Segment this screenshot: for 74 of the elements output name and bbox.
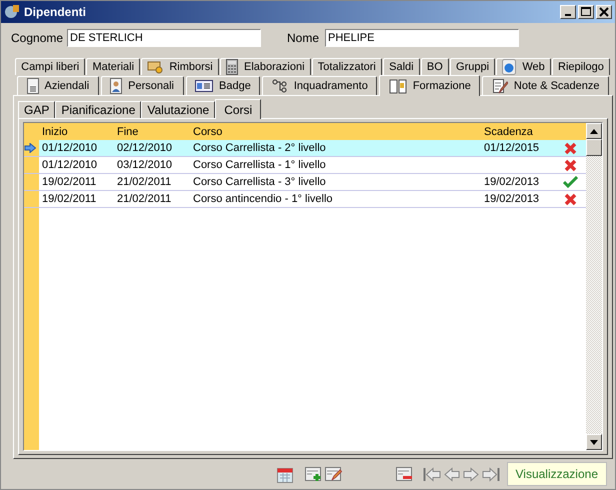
add-record-icon[interactable] xyxy=(304,466,322,482)
table-cell-text: 21/02/2011 xyxy=(116,176,172,188)
globe-icon xyxy=(502,59,516,75)
edit-record-icon[interactable] xyxy=(324,466,342,482)
text-field[interactable]: PHELIPE xyxy=(325,29,520,47)
table-cell-text: 19/02/2013 xyxy=(483,193,540,205)
vertical-scrollbar[interactable] xyxy=(586,123,602,450)
table-cell-text: 01/12/2010 xyxy=(41,159,98,171)
book-icon xyxy=(388,78,407,94)
app-icon xyxy=(4,4,20,20)
table-cell-text: Corso Carrellista - 2° livello xyxy=(192,142,327,154)
window-title: Dipendenti xyxy=(24,5,87,19)
calendar-icon[interactable] xyxy=(276,466,292,482)
scroll-up-icon[interactable] xyxy=(590,128,598,134)
tab[interactable]: Saldi xyxy=(383,58,420,75)
column-header[interactable]: Inizio xyxy=(39,126,114,138)
tab[interactable]: Corsi xyxy=(215,99,262,119)
table-cell-text: Corso antincendio - 1° livello xyxy=(192,193,334,205)
column-header[interactable]: Corso xyxy=(190,126,481,138)
column-header[interactable]: Scadenza xyxy=(481,126,554,138)
tab[interactable]: Materiali xyxy=(86,58,140,75)
tab[interactable]: Totalizzatori xyxy=(312,58,382,75)
table-cell-text: 01/12/2010 xyxy=(41,142,98,154)
last-record-icon[interactable] xyxy=(482,466,500,482)
next-record-icon[interactable] xyxy=(462,466,478,482)
table-cell-text: 19/02/2011 xyxy=(41,193,98,205)
tab[interactable]: Riepilogo xyxy=(552,58,610,75)
column-header[interactable]: Fine xyxy=(114,126,190,138)
table-cell-text: Corso Carrellista - 1° livello xyxy=(192,159,327,171)
tab[interactable]: Aziendali xyxy=(17,76,99,95)
table-cell-text: 21/02/2011 xyxy=(116,193,172,205)
tab[interactable]: Rimborsi xyxy=(141,58,219,75)
hierarchy-icon xyxy=(272,79,288,93)
calculator-icon xyxy=(226,59,238,75)
field-label: Cognome xyxy=(11,31,64,45)
tab[interactable]: Formazione xyxy=(379,75,480,96)
delete-record-icon[interactable] xyxy=(396,466,412,482)
table-cell-text: 19/02/2013 xyxy=(483,176,540,188)
table-cell-text: 02/12/2010 xyxy=(116,142,174,154)
tab[interactable]: Note & Scadenze xyxy=(482,76,610,95)
previous-record-icon[interactable] xyxy=(444,466,460,482)
table-row[interactable]: 01/12/2010 02/12/2010 Corso Carrellista - 2° livello 01/12/2015 xyxy=(24,140,586,157)
tab[interactable]: Personali xyxy=(100,76,184,95)
tab[interactable]: Badge xyxy=(186,76,260,95)
table-row[interactable]: 01/12/2010 03/12/2010 Corso Carrellista - 1° livello xyxy=(24,157,586,174)
text-field[interactable]: DE STERLICH xyxy=(67,29,262,47)
table-row[interactable]: 19/02/2011 21/02/2011 Corso Carrellista - 3° livello 19/02/2013 xyxy=(24,174,586,191)
mode-indicator: Visualizzazione xyxy=(506,462,607,486)
tab[interactable]: Elaborazioni xyxy=(220,58,311,75)
table-cell-text: 03/12/2010 xyxy=(116,159,174,171)
maximize-icon xyxy=(581,7,591,17)
tab[interactable]: Campi liberi xyxy=(15,58,86,75)
close-icon xyxy=(599,7,609,17)
money-icon xyxy=(147,60,164,74)
table-cell-text: Corso Carrellista - 3° livello xyxy=(192,176,327,188)
tab[interactable]: Gruppi xyxy=(450,58,496,75)
minimize-button[interactable] xyxy=(560,5,576,19)
table-cell-text: 19/02/2011 xyxy=(41,176,98,188)
maximize-button[interactable] xyxy=(578,5,594,19)
close-button[interactable] xyxy=(596,5,612,19)
current-row-arrow-icon xyxy=(24,143,36,153)
field-label: Nome xyxy=(287,31,320,45)
first-record-icon[interactable] xyxy=(422,466,440,482)
table-row[interactable]: 19/02/2011 21/02/2011 Corso antincendio - 1° livello 19/02/2013 xyxy=(24,191,586,208)
tab[interactable]: GAP xyxy=(18,101,56,118)
tab[interactable]: BO xyxy=(420,58,449,75)
tab[interactable]: Inquadramento xyxy=(262,76,378,95)
id-card-icon xyxy=(195,80,213,92)
tab[interactable]: Web xyxy=(496,58,551,75)
scroll-down-icon[interactable] xyxy=(590,440,598,444)
tab[interactable]: Pianificazione xyxy=(55,101,142,118)
scroll-thumb[interactable] xyxy=(586,139,602,156)
minimize-icon xyxy=(565,14,571,16)
table-cell-text: 01/12/2015 xyxy=(483,142,540,154)
